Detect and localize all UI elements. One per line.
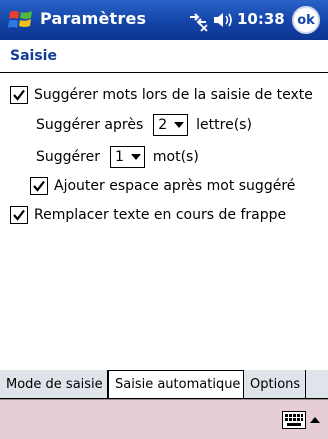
title-bar: Paramètres 10:38 ok: [0, 0, 328, 40]
suggest-after-value: 2: [158, 117, 168, 133]
add-space-label: Ajouter espace après mot suggéré: [54, 178, 296, 194]
suggest-words-checkbox[interactable]: [10, 86, 28, 104]
replace-text-row[interactable]: Remplacer texte en cours de frappe: [10, 206, 286, 224]
tab-label: Mode de saisie: [6, 376, 103, 392]
tab-label: Options: [250, 376, 301, 392]
keyboard-icon[interactable]: [282, 411, 306, 429]
tab-saisie-automatique[interactable]: Saisie automatique: [108, 370, 244, 399]
suggest-after-suffix: lettre(s): [196, 117, 252, 133]
window-title: Paramètres: [40, 9, 147, 28]
speaker-icon[interactable]: [212, 10, 234, 30]
suggest-words-row[interactable]: Suggérer mots lors de la saisie de texte: [10, 86, 313, 104]
suggest-count-select[interactable]: 1: [109, 146, 145, 168]
chevron-down-icon[interactable]: [171, 115, 187, 135]
replace-text-checkbox[interactable]: [10, 206, 28, 224]
suggest-words-label: Suggérer mots lors de la saisie de texte: [34, 87, 313, 103]
suggest-count-value: 1: [114, 149, 124, 165]
tab-options[interactable]: Options: [244, 370, 306, 399]
chevron-down-icon[interactable]: [128, 147, 144, 167]
section-title: Saisie: [10, 48, 57, 64]
checkmark-icon: [33, 180, 45, 192]
replace-text-label: Remplacer texte en cours de frappe: [34, 207, 287, 223]
section-divider: [0, 72, 328, 73]
suggest-after-label: Suggérer après: [36, 117, 144, 133]
windows-flag-icon[interactable]: [8, 8, 34, 32]
connectivity-icon[interactable]: [186, 8, 210, 32]
suggest-after-row: Suggérer après 2 lettre(s): [36, 113, 252, 137]
arrow-up-icon[interactable]: [309, 414, 321, 426]
add-space-row[interactable]: Ajouter espace après mot suggéré: [30, 177, 295, 195]
checkmark-icon: [13, 89, 25, 101]
tab-strip: Mode de saisie Saisie automatique Option…: [0, 370, 328, 399]
tab-label: Saisie automatique: [115, 377, 241, 392]
ok-button[interactable]: ok: [292, 6, 320, 34]
clock[interactable]: 10:38: [237, 10, 285, 28]
tab-mode-de-saisie[interactable]: Mode de saisie: [0, 370, 108, 399]
suggest-count-row: Suggérer 1 mot(s): [36, 145, 199, 169]
suggest-count-suffix: mot(s): [152, 149, 199, 165]
command-bar: [0, 399, 328, 439]
suggest-count-label: Suggérer: [36, 149, 100, 165]
suggest-after-select[interactable]: 2: [153, 114, 189, 136]
tab-strip-filler: [306, 370, 328, 399]
add-space-checkbox[interactable]: [30, 177, 48, 195]
checkmark-icon: [13, 209, 25, 221]
